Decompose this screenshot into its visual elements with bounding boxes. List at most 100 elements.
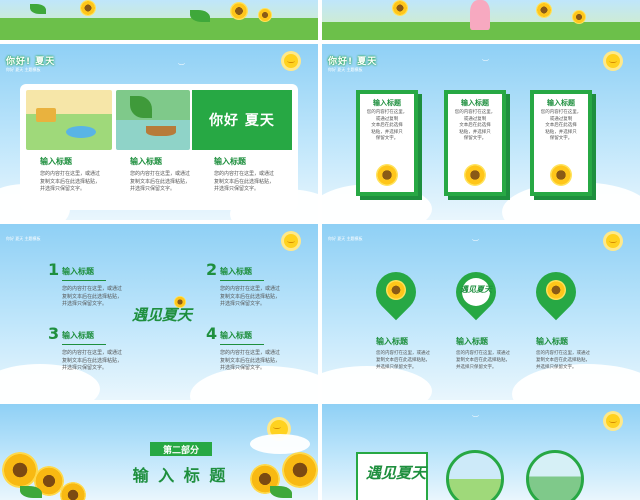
card-title: 输入标题 bbox=[547, 99, 575, 107]
item-number: 4 bbox=[206, 324, 218, 343]
pin-marker-3 bbox=[527, 263, 585, 321]
content-panel: 你好 夏天 输入标题 您的内容打在这里，或通过 复制文本后在此选择粘贴， 并选择只保… bbox=[20, 84, 298, 210]
pin-marker-2: 遇见夏天 bbox=[447, 263, 505, 321]
column-1: 输入标题 您的内容打在这里，或通过 复制文本后在此选择粘贴， 并选择只保留文字。 bbox=[376, 336, 446, 371]
column-body: 您的内容打在这里，或通过 复制文本后在此选择粘贴， 并选择只保留文字。 bbox=[456, 351, 510, 370]
sun-icon bbox=[284, 54, 298, 68]
column-3: 输入标题 您的内容打在这里，或通过 复制文本后在此选择粘贴， 并选择只保留文字。 bbox=[214, 156, 294, 194]
photo-circle-2 bbox=[526, 450, 584, 500]
bird-icon: ︶ bbox=[482, 59, 489, 67]
item-underline bbox=[220, 280, 264, 281]
column-3: 输入标题 您的内容打在这里，或通过 复制文本后在此选择粘贴， 并选择只保留文字。 bbox=[536, 336, 606, 371]
girl-figure-icon bbox=[470, 0, 490, 30]
column-title: 输入标题 bbox=[536, 337, 568, 346]
cloud bbox=[250, 434, 310, 454]
column-1: 输入标题 您的内容打在这里，或通过 复制文本后在此选择粘贴， 并选择只保留文字。 bbox=[40, 156, 120, 194]
slide-6[interactable]: 第二部分 输 入 标 题 bbox=[0, 404, 318, 500]
slide-5[interactable]: 你好 夏天 主题模板 ︶ 遇见夏天 输入标题 您的内容打在这里，或通过 复制文本后… bbox=[322, 224, 640, 400]
sun-icon bbox=[606, 54, 620, 68]
item-underline bbox=[220, 344, 264, 345]
photo-circle-1 bbox=[446, 450, 504, 500]
item-underline bbox=[62, 280, 106, 281]
item-title: 输入标题 bbox=[62, 331, 94, 340]
sun-icon bbox=[284, 234, 298, 248]
column-body: 您的内容打在这里，或通过 复制文本后在此选择粘贴， 并选择只保留文字。 bbox=[536, 351, 590, 370]
grass-strip bbox=[0, 18, 318, 40]
sunflower-icon bbox=[376, 164, 398, 186]
leaf-decoration bbox=[20, 486, 42, 498]
brand-tagline: 你好 夏天 主题模板 bbox=[6, 236, 41, 241]
sunflower-icon bbox=[60, 482, 86, 500]
sunflower-icon bbox=[536, 2, 552, 18]
column-2: 输入标题 您的内容打在这里，或通过 复制文本后在此选择粘贴， 并选择只保留文字。 bbox=[456, 336, 526, 371]
item-body: 您的内容打在这里，或通过 复制文本后在此选择粘贴， 并选择只保留文字。 bbox=[62, 350, 123, 371]
card-body: 您的内容打在这里， 或通过复制 文本后在此选择 粘贴，并选择只 保留文字。 bbox=[540, 110, 582, 141]
column-body: 您的内容打在这里，或通过 复制文本后在此选择粘贴， 并选择只保留文字。 bbox=[40, 171, 101, 192]
column-title: 输入标题 bbox=[40, 157, 72, 166]
card-title: 输入标题 bbox=[373, 99, 401, 107]
hero-title-box: 你好 夏天 bbox=[192, 90, 292, 150]
sunflower-icon bbox=[464, 164, 486, 186]
sun-face-icon bbox=[546, 280, 566, 300]
brand-logo: 你好! 夏天 你好 夏天 主题模板 bbox=[328, 57, 378, 72]
column-body: 您的内容打在这里，或通过 复制文本后在此选择粘贴， 并选择只保留文字。 bbox=[130, 171, 191, 192]
column-2: 输入标题 您的内容打在这里，或通过 复制文本后在此选择粘贴， 并选择只保留文字。 bbox=[130, 156, 210, 194]
card-title: 输入标题 bbox=[461, 99, 489, 107]
slide-1-right[interactable] bbox=[322, 0, 640, 40]
slide-2[interactable]: 你好! 夏天 你好 夏天 主题模板 ︶ 你好 夏天 输入标题 您的内容打在这里，或… bbox=[0, 44, 318, 220]
sunflower-icon bbox=[174, 296, 186, 308]
item-number: 2 bbox=[206, 260, 218, 279]
sunflower-icon bbox=[2, 452, 38, 488]
leaf-decoration bbox=[270, 486, 292, 498]
column-body: 您的内容打在这里，或通过 复制文本后在此选择粘贴， 并选择只保留文字。 bbox=[214, 171, 275, 192]
item-title: 输入标题 bbox=[220, 331, 252, 340]
illustration-boat bbox=[116, 90, 190, 150]
item-title: 输入标题 bbox=[62, 267, 94, 276]
card-3: 输入标题 您的内容打在这里， 或通过复制 文本后在此选择 粘贴，并选择只 保留文字。 bbox=[530, 90, 592, 196]
item-title: 输入标题 bbox=[220, 267, 252, 276]
sunflower-icon bbox=[230, 2, 248, 20]
brand-logo: 你好! 夏天 你好 夏天 主题模板 bbox=[6, 57, 56, 72]
item-body: 您的内容打在这里，或通过 复制文本后在此选择粘贴， 并选择只保留文字。 bbox=[62, 286, 123, 307]
brand-tagline: 你好 夏天 主题模板 bbox=[328, 236, 363, 241]
sunflower-icon bbox=[550, 164, 572, 186]
slide-1-left[interactable] bbox=[0, 0, 318, 40]
item-body: 您的内容打在这里，或通过 复制文本后在此选择粘贴， 并选择只保留文字。 bbox=[220, 350, 281, 371]
item-underline bbox=[62, 344, 106, 345]
sunflower-icon bbox=[392, 0, 408, 16]
slide-3[interactable]: 你好! 夏天 你好 夏天 主题模板 ︶ 输入标题 您的内容打在这里， 或通过复制 文本… bbox=[322, 44, 640, 220]
bird-icon: ︶ bbox=[178, 63, 185, 71]
summer-logo: 遇见夏天 bbox=[366, 464, 427, 482]
item-body: 您的内容打在这里，或通过 复制文本后在此选择粘贴， 并选择只保留文字。 bbox=[220, 286, 281, 307]
card-2: 输入标题 您的内容打在这里， 或通过复制 文本后在此选择 粘贴，并选择只 保留文字。 bbox=[444, 90, 506, 196]
sun-icon bbox=[606, 234, 620, 248]
section-title: 输 入 标 题 bbox=[132, 466, 228, 485]
section-label: 第二部分 bbox=[150, 442, 212, 456]
cloud bbox=[322, 366, 432, 400]
logo-frame: 遇见夏天 bbox=[356, 452, 428, 500]
sun-icon bbox=[606, 414, 620, 428]
item-number: 3 bbox=[48, 324, 60, 343]
column-title: 输入标题 bbox=[456, 337, 488, 346]
pin-logo: 遇见夏天 bbox=[460, 285, 492, 294]
sunflower-icon bbox=[258, 8, 272, 22]
sun-face-icon bbox=[386, 280, 406, 300]
card-body: 您的内容打在这里， 或通过复制 文本后在此选择 粘贴，并选择只 保留文字。 bbox=[366, 110, 408, 141]
illustration-train bbox=[26, 90, 112, 150]
card-body: 您的内容打在这里， 或通过复制 文本后在此选择 粘贴，并选择只 保留文字。 bbox=[454, 110, 496, 141]
slide-7[interactable]: ︶ 遇见夏天 bbox=[322, 404, 640, 500]
slide-4[interactable]: 你好 夏天 主题模板 1 输入标题 您的内容打在这里，或通过 复制文本后在此选择粘… bbox=[0, 224, 318, 400]
bird-icon: ︶ bbox=[472, 239, 479, 247]
column-title: 输入标题 bbox=[214, 157, 246, 166]
item-number: 1 bbox=[48, 260, 60, 279]
sunflower-icon bbox=[282, 452, 318, 488]
column-title: 输入标题 bbox=[376, 337, 408, 346]
card-1: 输入标题 您的内容打在这里， 或通过复制 文本后在此选择 粘贴，并选择只 保留文字。 bbox=[356, 90, 418, 196]
sunflower-icon bbox=[80, 0, 96, 16]
column-body: 您的内容打在这里，或通过 复制文本后在此选择粘贴， 并选择只保留文字。 bbox=[376, 351, 430, 370]
sunflower-icon bbox=[572, 10, 586, 24]
column-title: 输入标题 bbox=[130, 157, 162, 166]
pin-marker-1 bbox=[367, 263, 425, 321]
leaf-decoration bbox=[30, 4, 46, 14]
bird-icon: ︶ bbox=[472, 415, 479, 423]
